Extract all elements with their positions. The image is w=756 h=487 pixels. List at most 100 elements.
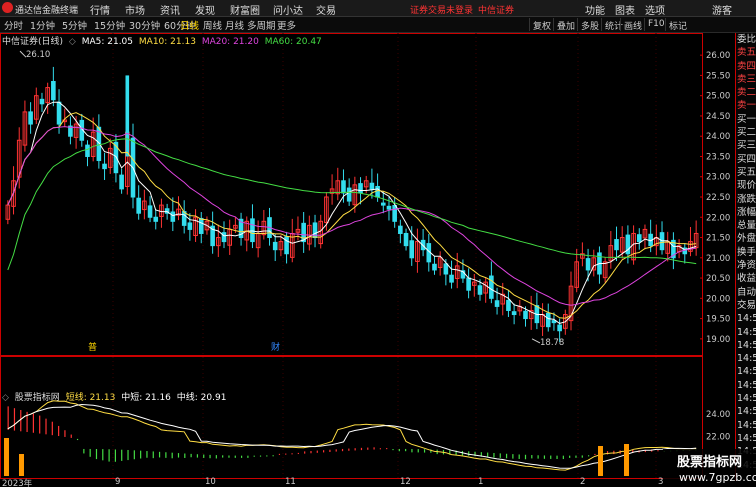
- menu-guest[interactable]: 游客: [712, 2, 732, 17]
- candle-body: [392, 205, 397, 222]
- period-toolbar: 分时 1分钟 5分钟 15分钟 30分钟 60分钟 日线 周线 月线 多周期 更…: [0, 17, 756, 33]
- side-panel-item[interactable]: 14:50: [736, 352, 756, 365]
- menu-market-list[interactable]: 市场: [125, 2, 145, 17]
- side-panel-item[interactable]: 14:50: [736, 405, 756, 418]
- x-tick: 11: [285, 477, 296, 487]
- x-tick: 9: [115, 477, 121, 487]
- broker-name[interactable]: 中信证券: [478, 3, 514, 16]
- side-panel-item[interactable]: 买二: [736, 126, 756, 139]
- side-panel-item[interactable]: 净资: [736, 259, 756, 272]
- high-price-label: 26.10: [26, 50, 50, 60]
- candle-body: [170, 211, 176, 222]
- side-panel-item[interactable]: 买四: [736, 153, 756, 166]
- candle-body: [39, 98, 45, 105]
- side-panel-item[interactable]: 卖三: [736, 73, 756, 86]
- x-tick: 12: [400, 477, 411, 487]
- candle-body: [443, 263, 449, 275]
- side-panel-item[interactable]: 涨幅: [736, 206, 756, 219]
- signal-bar: [4, 438, 9, 476]
- menu-market[interactable]: 行情: [90, 2, 110, 17]
- side-panel-item[interactable]: 自动: [736, 286, 756, 299]
- side-panel-item[interactable]: 买一: [736, 113, 756, 126]
- btn-fuquan[interactable]: 复权: [529, 18, 554, 32]
- side-panel-item[interactable]: 卖四: [736, 60, 756, 73]
- candle-body: [28, 111, 33, 125]
- price-tick-label: 23.50: [706, 152, 730, 162]
- candle-body: [477, 285, 483, 295]
- period-more[interactable]: 更多: [277, 18, 296, 32]
- candle-body: [545, 312, 551, 328]
- side-panel-item[interactable]: 买三: [736, 139, 756, 152]
- price-tick-label: 25.50: [706, 71, 730, 81]
- price-tick-label: 21.00: [706, 254, 730, 264]
- menu-functions[interactable]: 功能: [585, 2, 605, 17]
- btn-overlay[interactable]: 叠加: [553, 18, 578, 32]
- trade-login-status[interactable]: 证券交易未登录: [410, 3, 473, 16]
- candle-body: [432, 263, 437, 271]
- candle-body: [557, 324, 562, 332]
- side-panel-item[interactable]: 14:50: [736, 326, 756, 339]
- side-panel-item[interactable]: 买五: [736, 166, 756, 179]
- menu-trade[interactable]: 交易: [316, 2, 336, 17]
- period-daily[interactable]: 日线: [180, 18, 199, 32]
- quote-side-panel[interactable]: 委比 卖五 卖四 卖三 卖二 卖一 买一 买二 买三 买四 买五 现价 涨跌 涨幅 总量 外盘 换手 净资 收益 自动…: [735, 33, 756, 481]
- side-panel-item[interactable]: 收益: [736, 272, 756, 285]
- period-30min[interactable]: 30分钟: [129, 18, 160, 32]
- side-panel-item[interactable]: 卖一: [736, 99, 756, 112]
- menu-charts[interactable]: 图表: [615, 2, 635, 17]
- side-panel-item[interactable]: 委比: [736, 33, 756, 46]
- period-5min[interactable]: 5分钟: [62, 18, 87, 32]
- side-panel-item[interactable]: 14:50: [736, 339, 756, 352]
- menu-news[interactable]: 资讯: [160, 2, 180, 17]
- period-multi[interactable]: 多周期: [247, 18, 276, 32]
- candle-body: [511, 311, 517, 316]
- candle-body: [341, 180, 346, 194]
- candle-body: [386, 205, 392, 210]
- price-tick-label: 20.00: [706, 294, 730, 304]
- settings-icon[interactable]: ◇: [69, 37, 76, 47]
- period-1min[interactable]: 1分钟: [30, 18, 55, 32]
- side-panel-item[interactable]: 14:50: [736, 419, 756, 432]
- price-tick-label: 22.50: [706, 193, 730, 203]
- candle-body: [147, 205, 153, 218]
- btn-draw[interactable]: 画线: [620, 18, 645, 32]
- x-axis: 2023年 9 10 11 12 1 2 3: [0, 477, 703, 487]
- mid-line-label: 中线: 20.91: [176, 393, 227, 403]
- side-panel-item[interactable]: 涨跌: [736, 193, 756, 206]
- candle-body: [358, 183, 363, 194]
- side-panel-item[interactable]: 14:50: [736, 432, 756, 445]
- candle-body: [585, 258, 591, 271]
- menu-ask[interactable]: 问小达: [273, 2, 303, 17]
- side-panel-item[interactable]: 14:50: [736, 365, 756, 378]
- ma10-label: MA10: 21.13: [138, 37, 196, 47]
- side-panel-item[interactable]: 卖二: [736, 86, 756, 99]
- chart-area[interactable]: 26.00 25.50 25.00 24.50 24.00 23.50 23.00 22.50…: [0, 33, 730, 481]
- price-tick-label: 20.50: [706, 274, 730, 284]
- low-price-label: 18.78: [540, 338, 564, 348]
- candle-body: [523, 310, 528, 320]
- side-panel-item[interactable]: 现价: [736, 179, 756, 192]
- side-panel-item[interactable]: 14:50: [736, 392, 756, 405]
- watermark-url: www.7gpzb.com: [679, 471, 756, 484]
- side-panel-item[interactable]: 卖五: [736, 46, 756, 59]
- app-logo-icon: [2, 2, 13, 13]
- kline-chart[interactable]: 26.00 25.50 25.00 24.50 24.00 23.50 23.00 22.50…: [0, 33, 735, 481]
- btn-mark[interactable]: 标记: [665, 18, 690, 32]
- menu-discover[interactable]: 发现: [195, 2, 215, 17]
- side-panel-item[interactable]: 14:50: [736, 379, 756, 392]
- menu-options[interactable]: 选项: [645, 2, 665, 17]
- menu-wealth[interactable]: 财富圈: [230, 2, 260, 17]
- settings-icon[interactable]: ◇: [2, 393, 9, 403]
- side-panel-item[interactable]: 换手: [736, 246, 756, 259]
- stock-name-label: 中信证券(日线): [2, 37, 64, 47]
- period-tick[interactable]: 分时: [4, 18, 23, 32]
- period-monthly[interactable]: 月线: [225, 18, 244, 32]
- side-panel-item[interactable]: 外盘: [736, 232, 756, 245]
- side-panel-item[interactable]: 交易: [736, 299, 756, 312]
- period-weekly[interactable]: 周线: [203, 18, 222, 32]
- period-15min[interactable]: 15分钟: [94, 18, 125, 32]
- btn-multistock[interactable]: 多股: [577, 18, 602, 32]
- side-panel-item[interactable]: 总量: [736, 219, 756, 232]
- candle-body: [250, 218, 255, 243]
- side-panel-item[interactable]: 14:50: [736, 312, 756, 325]
